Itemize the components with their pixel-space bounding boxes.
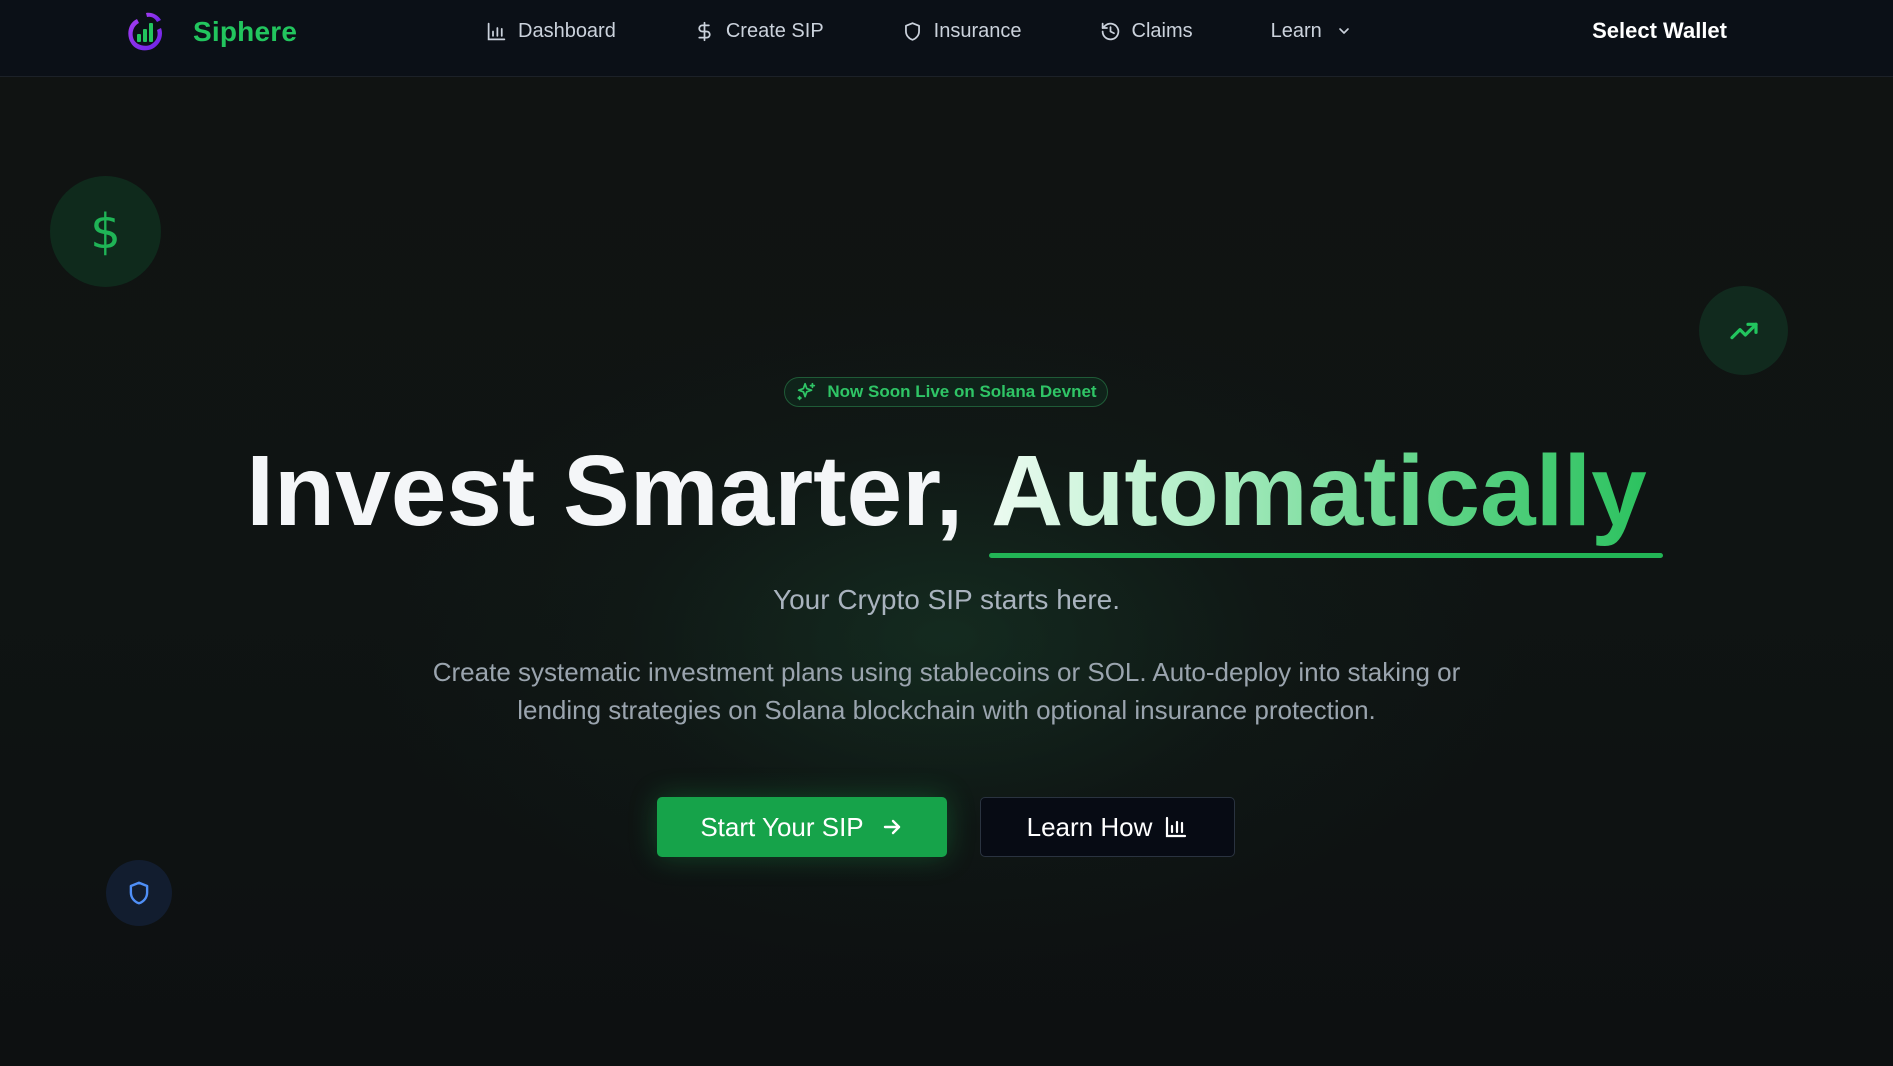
start-your-sip-button[interactable]: Start Your SIP [657,797,947,857]
learn-how-label: Learn How [1026,811,1153,842]
select-wallet-button[interactable]: Select Wallet [1592,16,1727,46]
brand-name: Siphere [193,16,298,47]
nav-item-dashboard[interactable]: Dashboard [486,20,616,43]
nav-item-label: Claims [1131,19,1193,42]
floating-trend-badge [1699,286,1788,375]
nav-item-label: Create SIP [725,19,824,42]
brand-link[interactable]: Siphere [122,8,297,56]
nav-item-claims[interactable]: Claims [1100,20,1193,43]
dollar-icon [698,21,711,41]
nav-item-label: Dashboard [518,19,616,42]
bar-chart-icon [1166,816,1187,838]
dollar-icon: $ [90,203,121,260]
hero-title: Invest Smarter, Automatically [0,436,1893,546]
sparkles-icon [797,382,816,401]
shield-icon [129,881,149,905]
devnet-status-badge: Now Soon Live on Solana Devnet [784,377,1108,407]
hero-description: Create systematic investment plans using… [432,657,1461,725]
main-nav: Dashboard Create SIP Insurance Claims Le [486,0,1352,62]
top-navbar: Siphere Dashboard Create SIP Insurance C… [0,0,1893,77]
history-icon [1101,22,1119,40]
floating-shield-badge [106,860,172,926]
hero-subtitle: Your Crypto SIP starts here. [772,584,1121,615]
nav-item-learn[interactable]: Learn [1271,20,1352,43]
start-your-sip-label: Start Your SIP [700,811,864,842]
nav-item-label: Insurance [933,19,1022,42]
hero-title-accent: Automatically [991,435,1647,547]
floating-dollar-badge: $ [50,176,161,287]
brand-logo-icon [128,12,162,51]
chevron-down-icon [1338,28,1349,34]
hero-background [0,77,1893,1066]
shield-icon [904,21,920,41]
nav-item-create-sip[interactable]: Create SIP [694,20,824,43]
trending-up-icon [1729,322,1758,339]
arrow-right-icon [883,819,900,835]
learn-how-button[interactable]: Learn How [980,797,1235,857]
badge-text: Now Soon Live on Solana Devnet [827,382,1097,401]
bar-chart-icon [487,22,506,40]
nav-item-insurance[interactable]: Insurance [902,20,1022,43]
title-underline [989,553,1663,558]
nav-item-label: Learn [1270,19,1322,42]
hero-title-plain: Invest Smarter, [246,435,992,547]
